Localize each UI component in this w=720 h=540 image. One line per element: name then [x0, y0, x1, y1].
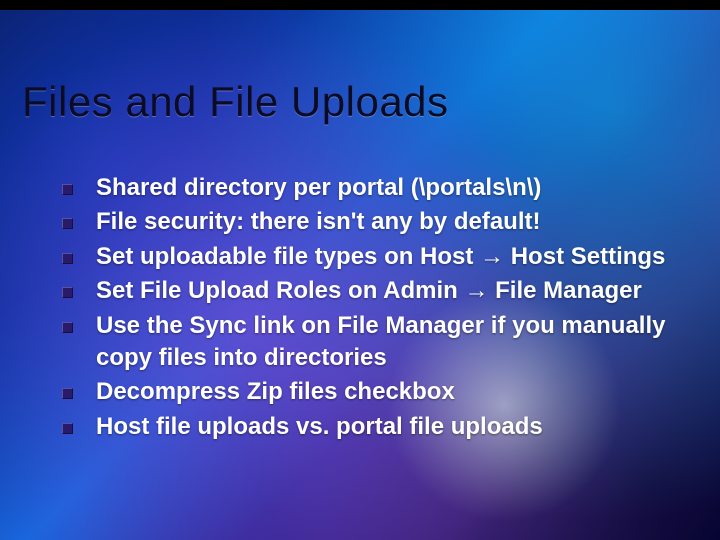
bullet-text: Decompress Zip files checkbox	[96, 378, 455, 405]
bullet-list: Shared directory per portal (\portals\n\…	[56, 172, 680, 443]
slide: Files and File Uploads Shared directory …	[0, 0, 720, 540]
top-strip	[0, 0, 720, 10]
list-item: Host file uploads vs. portal file upload…	[56, 411, 680, 443]
bullet-text: Set uploadable file types on Host → Host…	[96, 243, 665, 270]
bullet-text: Set File Upload Roles on Admin → File Ma…	[96, 277, 642, 304]
slide-title: Files and File Uploads	[22, 78, 449, 126]
list-item: Shared directory per portal (\portals\n\…	[56, 172, 680, 204]
bullet-text: File security: there isn't any by defaul…	[96, 208, 540, 235]
bullet-text: Shared directory per portal (\portals\n\…	[96, 174, 541, 201]
slide-body: Shared directory per portal (\portals\n\…	[56, 172, 680, 445]
bullet-text: Host file uploads vs. portal file upload…	[96, 413, 543, 440]
list-item: Set File Upload Roles on Admin → File Ma…	[56, 275, 680, 307]
list-item: Set uploadable file types on Host → Host…	[56, 241, 680, 273]
list-item: Use the Sync link on File Manager if you…	[56, 310, 680, 375]
list-item: Decompress Zip files checkbox	[56, 376, 680, 408]
list-item: File security: there isn't any by defaul…	[56, 206, 680, 238]
bullet-text: Use the Sync link on File Manager if you…	[96, 312, 665, 371]
